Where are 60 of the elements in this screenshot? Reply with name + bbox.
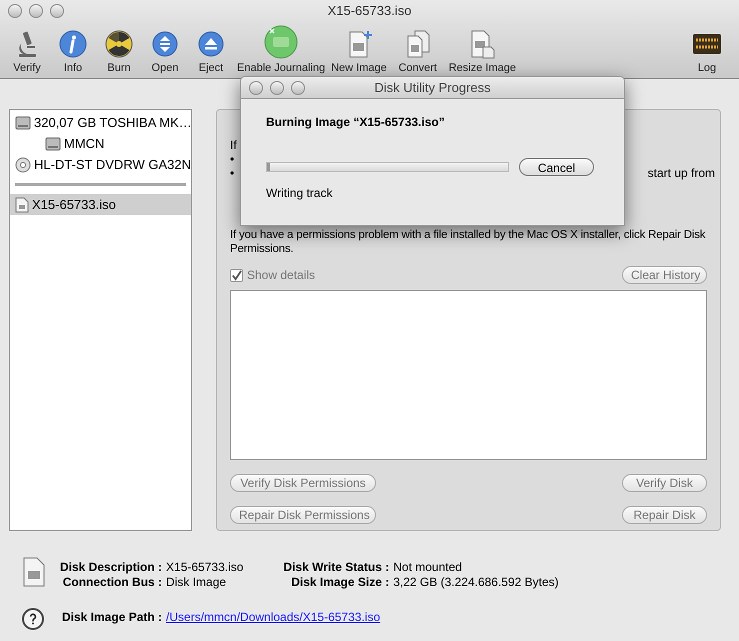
window-title: X15-65733.iso — [328, 2, 412, 20]
info-value: 3,22 GB (3.224.686.592 Bytes) — [393, 575, 559, 590]
hard-drive-icon — [45, 136, 61, 152]
info-label: Disk Description : — [60, 560, 162, 575]
dialog-title: Disk Utility Progress — [374, 78, 491, 97]
window-control-button[interactable] — [8, 4, 22, 18]
disc-icon — [15, 156, 31, 172]
dialog-heading: Burning Image “X15-65733.iso” — [266, 114, 446, 131]
toolbar-button[interactable]: Convert — [390, 22, 446, 76]
window-control-button[interactable] — [249, 80, 263, 94]
path-link[interactable]: /Users/mmcn/Downloads/X15-65733.iso — [166, 610, 380, 625]
instruction-text: If — [230, 138, 238, 152]
checkbox-label: Show details — [247, 268, 316, 282]
info-value: Not mounted — [393, 560, 463, 575]
toolbar-button[interactable]: Info — [50, 22, 96, 76]
action-button[interactable]: Clear History — [622, 266, 707, 284]
sidebar-item[interactable]: HL-DT-ST DVDRW GA32N — [10, 154, 191, 175]
info-value: X15-65733.iso — [166, 560, 244, 575]
sidebar-item[interactable]: X15-65733.iso — [10, 194, 191, 215]
action-button[interactable]: Repair Disk — [622, 506, 707, 524]
cancel-button[interactable]: Cancel — [519, 158, 594, 176]
toolbar-button[interactable]: Enable Journaling — [234, 22, 328, 76]
info-label: Connection Bus : — [62, 575, 162, 590]
toolbar-button[interactable]: Burn — [96, 22, 142, 76]
action-button[interactable]: Repair Disk Permissions — [230, 506, 376, 524]
toolbar-button[interactable]: Eject — [188, 22, 234, 76]
up-down-arrows-icon — [150, 28, 180, 58]
window-control-button[interactable] — [50, 4, 64, 18]
toolbar-button[interactable]: Verify — [4, 22, 50, 76]
toolbar-button[interactable]: Log — [679, 22, 735, 76]
radiation-icon — [104, 28, 134, 58]
info-value: Disk Image — [166, 575, 228, 590]
toolbar-button[interactable]: New Image — [328, 22, 390, 76]
window-control-button[interactable] — [291, 80, 305, 94]
document-icon — [15, 196, 29, 212]
bullet: • — [230, 152, 234, 166]
window-control-button[interactable] — [29, 4, 43, 18]
info-label: Disk Write Status : — [283, 560, 390, 575]
document-icon — [22, 557, 46, 587]
instruction-text: start up from — [648, 166, 715, 180]
toolbar-button[interactable]: Resize Image — [446, 22, 519, 76]
info-label: Disk Image Size : — [290, 575, 390, 590]
checkmark-icon — [231, 270, 242, 280]
status-text: Writing track — [266, 185, 334, 202]
info-icon — [58, 28, 88, 58]
eject-icon — [196, 28, 226, 58]
instruction-text: If you have a permissions problem with a file installed by the Mac OS X installer, click Repair Disk Permissions. — [230, 228, 706, 256]
sidebar-item[interactable]: 320,07 GB TOSHIBA MK… — [10, 112, 191, 133]
info-label: Disk Image Path : — [62, 610, 162, 625]
help-button[interactable] — [22, 608, 44, 630]
action-button[interactable]: Verify Disk Permissions — [230, 474, 376, 492]
checkbox[interactable] — [230, 268, 243, 282]
toolbar-button[interactable]: Open — [142, 22, 188, 76]
window-control-button[interactable] — [270, 80, 284, 94]
sidebar-item[interactable]: MMCN — [10, 133, 191, 154]
disk-journal-icon — [264, 24, 298, 58]
question-icon — [29, 613, 37, 625]
bullet: • — [230, 166, 234, 180]
hard-drive-icon — [15, 114, 31, 130]
action-button[interactable]: Verify Disk — [622, 474, 707, 492]
